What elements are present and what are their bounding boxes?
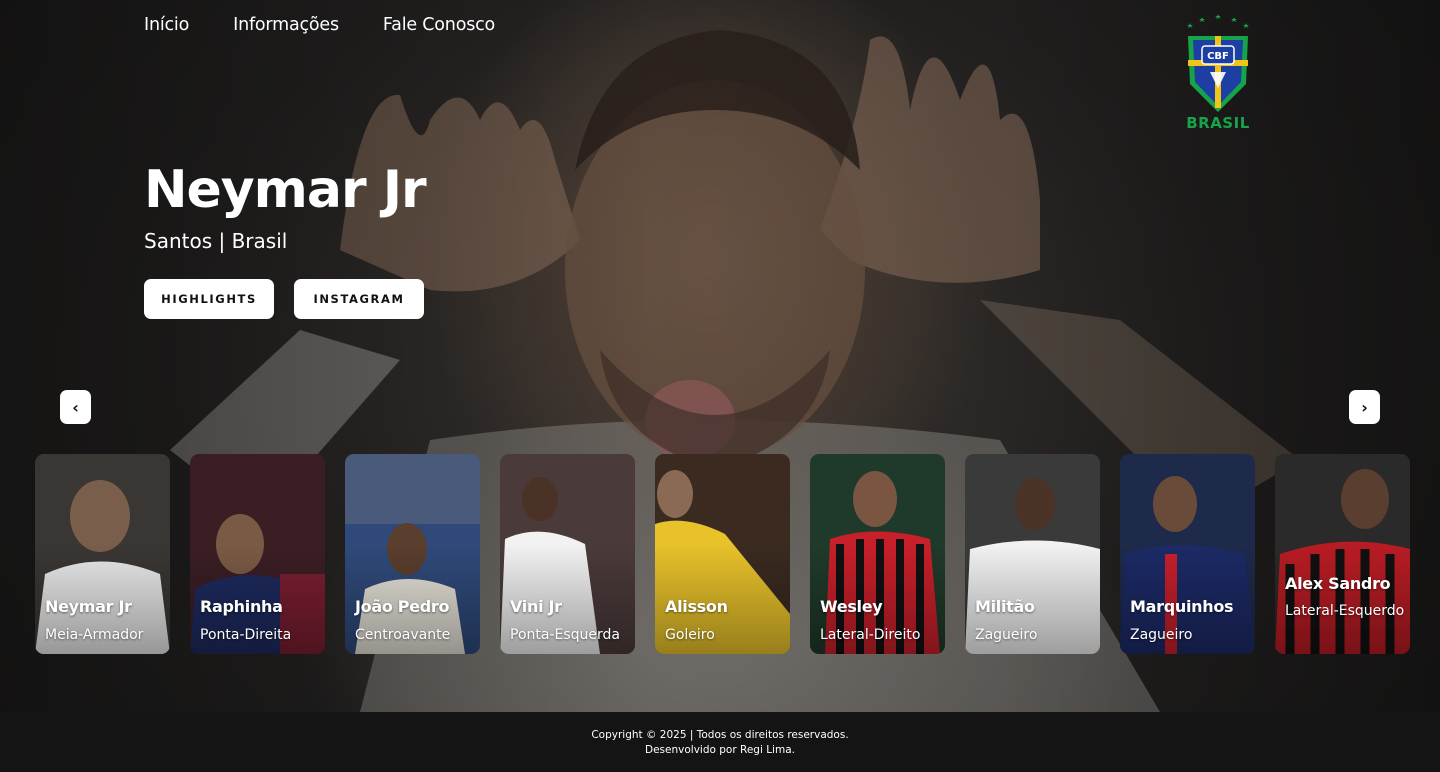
footer-copyright: Copyright © 2025 | Todos os direitos res…	[591, 729, 849, 741]
nav-link-informacoes[interactable]: Informações	[233, 15, 339, 35]
footer: Copyright © 2025 | Todos os direitos res…	[0, 712, 1440, 772]
chevron-left-icon: ‹	[72, 397, 79, 417]
footer-credit: Desenvolvido por Regi Lima.	[645, 744, 795, 756]
player-card[interactable]: Marquinhos Zagueiro	[1120, 454, 1255, 654]
player-card-name: Wesley	[820, 597, 883, 616]
player-card-name: Alisson	[665, 597, 728, 616]
player-card-position: Ponta-Esquerda	[510, 627, 620, 643]
logo-label: BRASIL	[1186, 114, 1250, 132]
player-card[interactable]: Wesley Lateral-Direito	[810, 454, 945, 654]
nav-link-fale-conosco[interactable]: Fale Conosco	[383, 15, 495, 35]
player-carousel: Neymar Jr Meia-Armador Raphinha Ponta-Di…	[35, 454, 1410, 654]
player-card[interactable]: João Pedro Centroavante	[345, 454, 480, 654]
player-card-position: Zagueiro	[975, 627, 1038, 643]
player-card-name: Neymar Jr	[45, 597, 132, 616]
player-subtitle: Santos | Brasil	[144, 229, 288, 253]
cbf-badge-text: CBF	[1207, 51, 1229, 62]
instagram-button[interactable]: INSTAGRAM	[294, 279, 424, 319]
carousel-prev-button[interactable]: ‹	[60, 390, 91, 424]
player-card-position: Lateral-Direito	[820, 627, 921, 643]
player-card-name: Militão	[975, 597, 1035, 616]
player-card[interactable]: Vini Jr Ponta-Esquerda	[500, 454, 635, 654]
chevron-right-icon: ›	[1361, 397, 1368, 417]
player-card-position: Centroavante	[355, 627, 451, 643]
player-card-position: Zagueiro	[1130, 627, 1193, 643]
player-card-position: Ponta-Direita	[200, 627, 292, 643]
nav-link-inicio[interactable]: Início	[144, 15, 189, 35]
page-title: Neymar Jr	[144, 160, 427, 220]
player-card-position: Goleiro	[665, 627, 715, 643]
player-card[interactable]: Raphinha Ponta-Direita	[190, 454, 325, 654]
player-card-position: Lateral-Esquerdo	[1285, 603, 1405, 619]
highlights-button[interactable]: HIGHLIGHTS	[144, 279, 274, 319]
player-card[interactable]: Neymar Jr Meia-Armador	[35, 454, 170, 654]
cbf-crest-icon: CBF	[1187, 14, 1249, 112]
player-card-name: Raphinha	[200, 597, 283, 616]
player-card-name: Alex Sandro	[1285, 574, 1391, 593]
carousel-next-button[interactable]: ›	[1349, 390, 1380, 424]
player-card-position: Meia-Armador	[45, 627, 144, 643]
main-nav: Início Informações Fale Conosco	[144, 15, 495, 35]
player-card[interactable]: Militão Zagueiro	[965, 454, 1100, 654]
player-card-name: Marquinhos	[1130, 597, 1234, 616]
player-card[interactable]: Alex Sandro Lateral-Esquerdo	[1275, 454, 1410, 654]
player-card-name: João Pedro	[355, 597, 450, 616]
player-card[interactable]: Alisson Goleiro	[655, 454, 790, 654]
player-card-name: Vini Jr	[510, 597, 562, 616]
cbf-logo[interactable]: CBF BRASIL	[1178, 14, 1258, 134]
